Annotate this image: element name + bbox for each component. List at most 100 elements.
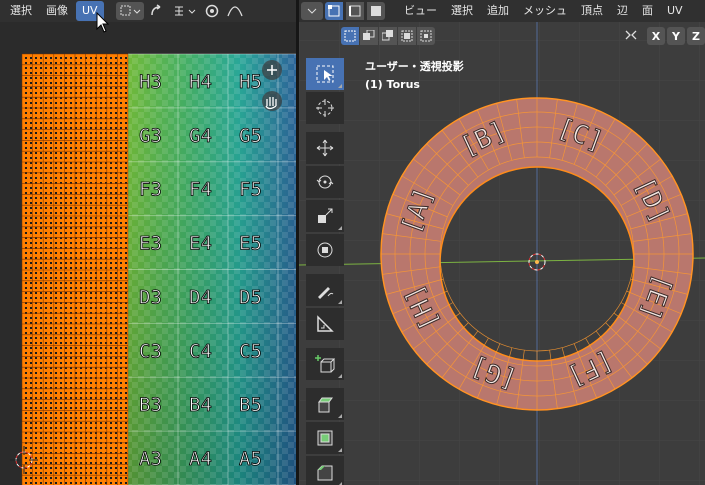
viewport-header: ビュー 選択 追加 メッシュ 頂点 辺 面 UV (299, 0, 705, 22)
falloff-curve-icon (226, 6, 243, 17)
scale-tool[interactable] (306, 200, 344, 232)
select-invert-icon (401, 30, 413, 42)
texture-cell-label: H3 (139, 71, 162, 93)
viewport-toolbar (306, 58, 344, 485)
select-extend-icon (363, 30, 375, 40)
edge-select-icon (349, 5, 361, 17)
annotate-tool[interactable] (306, 274, 344, 306)
vp-menu-uv[interactable]: UV (661, 1, 689, 21)
vp-menu-view[interactable]: ビュー (398, 1, 443, 21)
texture-cell-label: B3 (139, 394, 162, 416)
texture-cell-label: H4 (189, 71, 212, 93)
select-box-icon (316, 65, 334, 83)
select-intersect-button[interactable] (417, 27, 435, 45)
scale-icon (318, 208, 333, 223)
inset-icon (317, 430, 333, 446)
move-tool[interactable] (306, 132, 344, 164)
uv-editor-header: 選択 画像 UV (0, 0, 296, 22)
bevel-icon (317, 465, 333, 481)
chevron-down-icon (307, 8, 317, 14)
texture-cell-label: D3 (139, 286, 162, 308)
uv-falloff-dropdown[interactable] (224, 2, 246, 20)
uv-editor-area[interactable]: 選択 画像 UV H3 H4 H5 G3 G4 G5 F3 F4 F5 E3 E… (0, 0, 296, 485)
cursor-icon (316, 99, 334, 117)
mouse-pointer-icon (96, 12, 110, 33)
texture-cell-label: B4 (189, 394, 212, 416)
menu-image[interactable]: 画像 (40, 1, 74, 21)
measure-tool[interactable] (306, 308, 344, 340)
vp-menu-edge[interactable]: 辺 (611, 1, 634, 21)
texture-cell-label: F3 (139, 179, 162, 201)
sticky-select-icon (174, 6, 195, 16)
texture-cell-label: C3 (139, 340, 162, 362)
uv-proportional-edit-button[interactable] (202, 2, 222, 20)
texture-cell-label: E3 (139, 233, 162, 255)
proportional-edit-icon (205, 4, 218, 18)
annotate-icon (318, 287, 334, 299)
viewport-tool-settings: X Y Z (299, 24, 705, 48)
select-box-tool[interactable] (306, 58, 344, 90)
texture-cell-label: G4 (189, 125, 212, 147)
texture-cell-label: A3 (139, 448, 162, 470)
editor-type-dropdown[interactable] (301, 2, 323, 20)
mirror-x-button[interactable]: X (647, 27, 665, 45)
measure-icon (317, 315, 334, 332)
bevel-tool[interactable] (306, 456, 344, 485)
uv-zoom-button[interactable] (262, 60, 282, 80)
texture-cell-label: A4 (189, 448, 212, 470)
uv-select-mode-dropdown[interactable] (115, 2, 144, 20)
texture-cell-label: D4 (189, 286, 212, 308)
menu-select[interactable]: 選択 (4, 1, 38, 21)
viewport-info-overlay: ユーザー・透視投影 (1) Torus (365, 58, 464, 94)
add-cube-tool[interactable] (306, 348, 344, 380)
texture-cell-label: G5 (239, 125, 262, 147)
view-title: ユーザー・透視投影 (365, 60, 464, 73)
uv-canvas[interactable]: H3 H4 H5 G3 G4 G5 F3 F4 F5 E3 E4 E5 D3 D4 D5 C3 C4 C5 B3 B4… (0, 12, 296, 485)
select-extend-button[interactable] (360, 27, 378, 45)
transform-tool[interactable] (306, 234, 344, 266)
uv-sticky-mode-dropdown[interactable] (170, 2, 200, 20)
vp-menu-face[interactable]: 面 (636, 1, 659, 21)
add-cube-icon (315, 355, 335, 373)
mirror-options-icon[interactable] (623, 28, 639, 45)
extrude-icon (318, 397, 333, 413)
edge-select-mode-button[interactable] (346, 2, 364, 20)
vp-menu-add[interactable]: 追加 (481, 1, 515, 21)
cursor-tool[interactable] (306, 92, 344, 124)
texture-cell-label: F5 (239, 179, 262, 201)
texture-cell-label: B5 (239, 394, 262, 416)
select-mode-icon (120, 5, 140, 16)
mirror-y-button[interactable]: Y (667, 27, 685, 45)
vertex-select-icon (328, 5, 340, 17)
texture-cell-label: C5 (239, 340, 262, 362)
vp-menu-select[interactable]: 選択 (445, 1, 479, 21)
texture-cell-label: C4 (189, 340, 212, 362)
transform-icon (317, 242, 333, 258)
uv-pan-button[interactable] (262, 91, 282, 111)
uv-sync-selection-button[interactable] (146, 2, 168, 20)
active-object-name: (1) Torus (365, 78, 420, 91)
3d-viewport-area[interactable]: [A] [B] [C] [D] [E] [F] [G] [H] ビュー 選択 追加 メッシュ … (299, 0, 705, 485)
sync-icon (150, 4, 160, 16)
extrude-tool[interactable] (306, 388, 344, 420)
select-new-icon (344, 30, 356, 42)
mirror-z-button[interactable]: Z (687, 27, 705, 45)
viewport-scene[interactable]: [A][B] [C][D][E][F][G][H] (299, 0, 705, 485)
rotate-tool[interactable] (306, 166, 344, 198)
face-select-icon (371, 6, 381, 16)
texture-cell-label: E5 (239, 233, 262, 255)
texture-cell-label: H5 (239, 71, 262, 93)
texture-cell-label: A5 (239, 448, 262, 470)
select-subtract-button[interactable] (379, 27, 397, 45)
face-select-mode-button[interactable] (367, 2, 385, 20)
vp-menu-vertex[interactable]: 頂点 (575, 1, 609, 21)
rotate-icon (316, 175, 334, 189)
texture-cell-label: E4 (189, 233, 212, 255)
uv-grid-svg[interactable]: H3 H4 H5 G3 G4 G5 F3 F4 F5 E3 E4 E5 D3 D4 D5 C3 C4 C5 B3 B4… (0, 22, 296, 485)
select-invert-button[interactable] (398, 27, 416, 45)
vertex-select-mode-button[interactable] (325, 2, 343, 20)
vp-menu-mesh[interactable]: メッシュ (517, 1, 573, 21)
select-new-button[interactable] (341, 27, 359, 45)
texture-cell-label: D5 (239, 286, 262, 308)
inset-tool[interactable] (306, 422, 344, 454)
